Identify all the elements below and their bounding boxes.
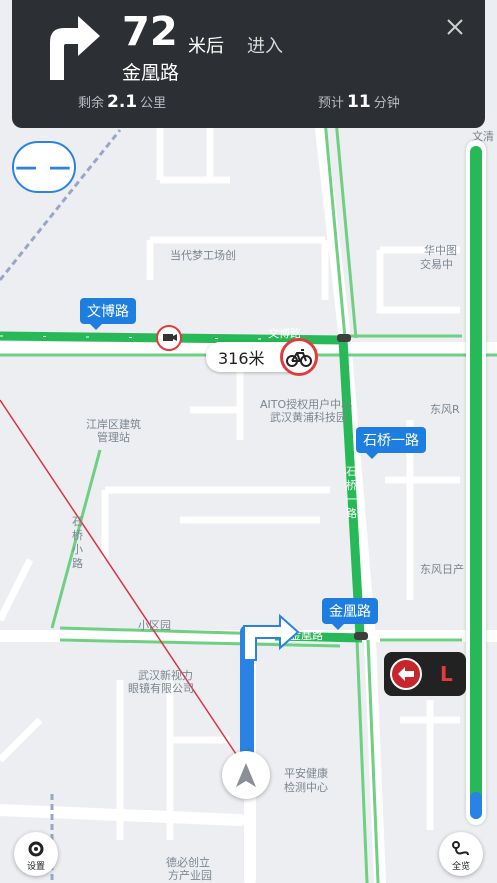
arrow-left-icon (390, 658, 422, 690)
road-tag-wenbo: 文博路 (80, 298, 136, 330)
lane-guidance: L (384, 652, 466, 696)
speed-limit-button[interactable]: — — (12, 141, 76, 193)
route-overview-icon (452, 841, 469, 856)
eta-value: 11 (347, 92, 371, 112)
poi-health-2: 检测中心 (284, 781, 328, 794)
poi-glasses: 武汉新视力 (138, 669, 193, 682)
gear-icon (28, 841, 44, 857)
lane-text: L (440, 662, 453, 686)
poi-huazhong-2: 交易中 (420, 258, 453, 271)
route-progress-fill (470, 146, 482, 819)
poi-dangdai: 当代梦工场创 (170, 249, 236, 262)
poi-xiaoxiao: 小区园 (138, 619, 171, 632)
remaining-label: 剩余 (78, 96, 105, 111)
close-icon[interactable] (446, 18, 464, 36)
poi-jiangan: 江岸区建筑 (86, 418, 141, 431)
remaining-distance: 剩余 2.1 公里 (78, 92, 166, 112)
distance-to-turn: 72 (122, 9, 178, 55)
poi-dongfeng-2: 东风日产 (420, 563, 464, 576)
road-tag-jinhuang: 金凰路 (322, 598, 378, 630)
poi-glasses-2: 眼镜有限公司 (128, 682, 194, 695)
poi-desheng: 德必创立 (166, 856, 210, 869)
eta: 预计 11 分钟 (318, 92, 400, 112)
remaining-value: 2.1 (107, 92, 138, 112)
settings-label: 设置 (26, 862, 45, 872)
eta-label: 预计 (318, 96, 345, 111)
next-street: 金凰路 (122, 62, 180, 84)
road-label-shiqiao-xiao: 石桥小路 (72, 515, 83, 570)
road-tag-shiqiao: 石桥一路 (356, 427, 426, 459)
settings-button[interactable]: 设置 (14, 832, 58, 876)
overview-button[interactable]: 全览 (439, 832, 483, 876)
maneuver-action: 进入 (247, 36, 283, 57)
overview-label: 全览 (451, 862, 470, 872)
poi-aito: AITO授权用户中心 (260, 398, 353, 411)
remaining-unit: 公里 (140, 96, 167, 111)
navigation-arrow-icon (236, 763, 256, 787)
route-progress-current (470, 792, 482, 819)
poi-jiangan-2: 管理站 (97, 431, 130, 444)
bicycle-warning-icon (280, 338, 318, 376)
distance-unit: 米后 (188, 36, 224, 57)
current-location-marker[interactable] (222, 751, 270, 799)
route-progress-bar (466, 140, 486, 825)
poi-desheng-2: 方产业园 (168, 869, 212, 882)
turn-right-icon (50, 16, 100, 80)
poi-aito-2: 武汉黄浦科技园 (270, 411, 347, 424)
poi-dongfeng-1: 东风R (430, 403, 460, 416)
navigation-card: 72 米后 进入 金凰路 剩余 2.1 公里 预计 11 分钟 (12, 0, 485, 128)
map-turn-arrow-icon (243, 613, 300, 661)
camera-icon (156, 325, 182, 351)
eta-unit: 分钟 (373, 96, 400, 111)
poi-health: 平安健康 (284, 767, 328, 780)
poi-huazhong: 华中图 (424, 244, 457, 257)
road-label-shiqiao: 石桥一路 (346, 465, 357, 520)
